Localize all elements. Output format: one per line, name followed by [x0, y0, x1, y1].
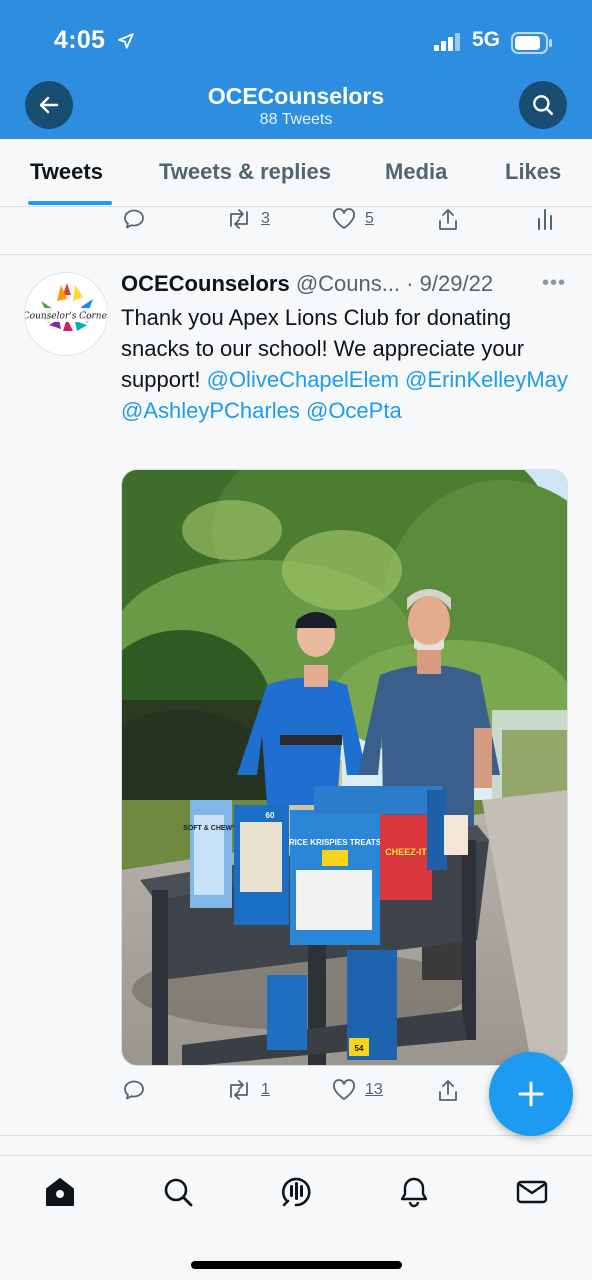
box-count: 54: [355, 1044, 364, 1053]
tweet-date[interactable]: 9/29/22: [420, 271, 493, 296]
home-icon: [46, 1178, 74, 1206]
tweet-text: Thank you Apex Lions Club for donating s…: [121, 302, 571, 426]
box-label: SOFT & CHEWY: [183, 825, 237, 832]
like-count: 13: [365, 1081, 383, 1098]
like-count: 5: [365, 210, 374, 227]
date-separator: ·: [400, 271, 420, 296]
nav-spaces[interactable]: [278, 1174, 314, 1210]
author-name[interactable]: OCECounselors: [121, 271, 290, 296]
avatar[interactable]: Counselor's Corner: [24, 272, 108, 356]
like-button[interactable]: 13: [331, 1078, 383, 1102]
retweet-icon: [230, 209, 248, 229]
photo-men-with-snack-cart: SOFT & CHEWY 60 RICE KRISPIES TREATS CHE…: [122, 470, 567, 1065]
counselors-corner-logo: Counselor's Corner: [25, 283, 108, 331]
like-button[interactable]: 5: [331, 207, 374, 231]
tweet-photo[interactable]: SOFT & CHEWY 60 RICE KRISPIES TREATS CHE…: [121, 469, 568, 1066]
tweet-divider: [0, 1135, 592, 1136]
mention-link[interactable]: @AshleyPCharles: [121, 398, 300, 423]
signal-icon: [434, 33, 460, 51]
active-tab-indicator: [28, 201, 112, 205]
bell-icon: [400, 1177, 428, 1208]
battery-icon: [511, 32, 552, 54]
arrow-left-icon: [39, 96, 59, 114]
analytics-button[interactable]: [536, 207, 554, 231]
nav-home[interactable]: [42, 1174, 78, 1210]
tweet-header: OCECounselors @Couns... · 9/29/22: [121, 271, 493, 297]
mention-link[interactable]: @ErinKelleyMay: [405, 367, 568, 392]
location-arrow-icon: [117, 33, 134, 49]
header-nav: OCECounselors 88 Tweets: [0, 80, 592, 132]
previous-tweet-actions: 3 5: [0, 207, 592, 237]
more-options-icon[interactable]: •••: [542, 272, 566, 295]
avatar-text: Counselor's Corner: [25, 312, 108, 322]
tab-likes[interactable]: Likes: [505, 159, 561, 185]
reply-button[interactable]: [122, 1078, 146, 1102]
tweet-count: 88 Tweets: [259, 111, 333, 128]
share-icon: [439, 1080, 457, 1101]
page-title: OCECounselors: [207, 83, 385, 109]
header-title-block: OCECounselors 88 Tweets: [0, 82, 592, 130]
network-type: 5G: [472, 28, 501, 51]
reply-icon: [124, 209, 144, 229]
search-icon: [533, 95, 553, 115]
retweet-button[interactable]: 1: [225, 1078, 270, 1102]
tab-tweets[interactable]: Tweets: [30, 159, 103, 185]
mention-link[interactable]: @OcePta: [306, 398, 402, 423]
bottom-navigation: [0, 1155, 592, 1280]
snack-box: RICE KRISPIES TREATS: [289, 810, 382, 945]
tab-tweets-and-replies[interactable]: Tweets & replies: [159, 159, 331, 185]
status-time: 4:05: [54, 26, 135, 55]
status-bar: 4:05 5G: [0, 24, 592, 58]
heart-icon: [333, 1079, 355, 1100]
snack-box: 60: [234, 805, 289, 925]
box-label: RICE KRISPIES TREATS: [289, 838, 382, 847]
nav-notifications[interactable]: [396, 1174, 432, 1210]
analytics-icon: [538, 209, 552, 230]
share-button[interactable]: [436, 1078, 460, 1104]
retweet-icon: [230, 1080, 248, 1100]
spaces-icon: [281, 1177, 311, 1207]
box-count: 60: [266, 811, 275, 820]
profile-tabs: Tweets Tweets & replies Media Likes: [0, 139, 592, 207]
reply-icon: [124, 1080, 144, 1100]
home-indicator: [191, 1261, 402, 1269]
retweet-button[interactable]: 3: [225, 207, 270, 231]
share-icon: [439, 209, 457, 230]
mention-link[interactable]: @OliveChapelElem: [207, 367, 399, 392]
share-button[interactable]: [436, 207, 460, 233]
back-button[interactable]: [25, 81, 73, 129]
author-handle[interactable]: @Couns...: [296, 271, 400, 296]
snack-box: SOFT & CHEWY: [183, 800, 237, 908]
retweet-count: 3: [261, 210, 270, 227]
heart-icon: [333, 208, 355, 229]
retweet-count: 1: [261, 1081, 270, 1098]
nav-messages[interactable]: [514, 1174, 550, 1210]
tweet-divider: [0, 254, 592, 255]
mail-icon: [516, 1180, 548, 1204]
search-button[interactable]: [519, 81, 567, 129]
compose-tweet-button[interactable]: [489, 1052, 573, 1136]
tab-media[interactable]: Media: [385, 159, 447, 185]
plus-icon: [518, 1081, 544, 1107]
reply-button[interactable]: [122, 207, 146, 231]
nav-explore[interactable]: [160, 1174, 196, 1210]
box-label: CHEEZ-IT: [385, 847, 427, 857]
profile-header: 4:05 5G OCECounselors 88 Tweets: [0, 0, 592, 139]
search-icon: [164, 1178, 193, 1207]
